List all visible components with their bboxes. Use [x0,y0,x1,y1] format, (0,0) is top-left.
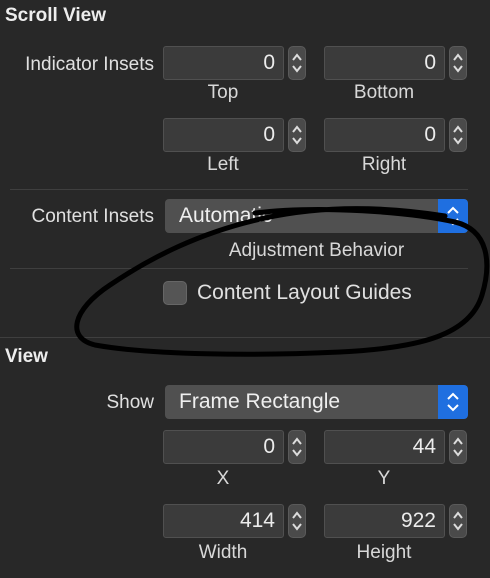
y-stepper[interactable] [449,430,467,464]
inspector-panel: Scroll View Indicator Insets 0 Top 0 Bot… [0,0,490,578]
top-inset-field[interactable]: 0 [163,46,284,80]
content-insets-popup[interactable]: Automatic [165,199,468,233]
bottom-inset-label: Bottom [353,82,415,103]
show-value: Frame Rectangle [179,390,341,413]
x-field[interactable]: 0 [163,430,284,464]
x-stepper[interactable] [288,430,306,464]
stepper-icon [292,511,302,531]
height-label: Height [356,542,412,563]
content-insets-label: Content Insets [31,206,154,227]
content-layout-guides-checkbox[interactable] [163,281,187,305]
show-label: Show [106,392,154,413]
right-inset-label: Right [361,154,407,175]
popup-arrows-icon [438,199,468,233]
right-inset-field[interactable]: 0 [324,118,445,152]
x-label: X [216,468,230,489]
left-inset-field[interactable]: 0 [163,118,284,152]
stepper-icon [292,125,302,145]
bottom-inset-field[interactable]: 0 [324,46,445,80]
bottom-inset-stepper[interactable] [449,46,467,80]
view-section-title: View [5,346,48,367]
y-field[interactable]: 44 [324,430,445,464]
stepper-icon [453,511,463,531]
popup-arrows-icon [438,385,468,419]
stepper-icon [453,53,463,73]
divider [10,268,468,269]
top-inset-stepper[interactable] [288,46,306,80]
left-inset-label: Left [207,154,239,175]
adjustment-behavior-label: Adjustment Behavior [228,240,405,261]
right-inset-stepper[interactable] [449,118,467,152]
section-divider [0,337,490,338]
height-stepper[interactable] [449,504,467,538]
y-label: Y [377,468,391,489]
content-insets-value: Automatic [179,204,273,227]
indicator-insets-label: Indicator Insets [25,54,154,75]
stepper-icon [453,125,463,145]
divider [10,189,468,190]
width-label: Width [198,542,248,563]
stepper-icon [292,53,302,73]
width-field[interactable]: 414 [163,504,284,538]
top-inset-label: Top [207,82,239,103]
content-layout-guides-label[interactable]: Content Layout Guides [197,281,412,305]
show-popup[interactable]: Frame Rectangle [165,385,468,419]
width-stepper[interactable] [288,504,306,538]
scroll-view-section-title: Scroll View [5,5,107,26]
left-inset-stepper[interactable] [288,118,306,152]
stepper-icon [292,437,302,457]
height-field[interactable]: 922 [324,504,445,538]
stepper-icon [453,437,463,457]
